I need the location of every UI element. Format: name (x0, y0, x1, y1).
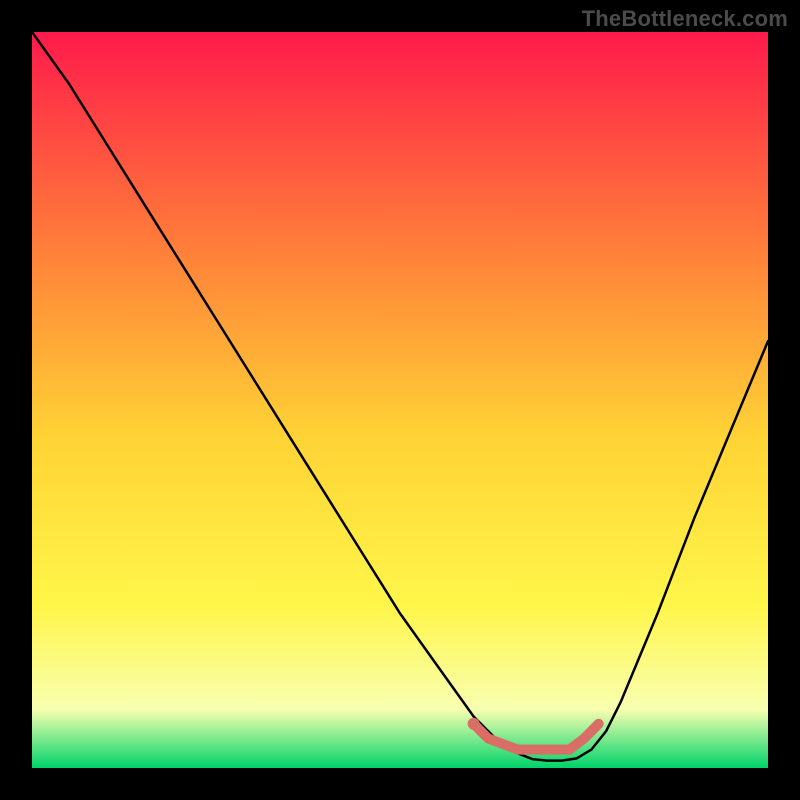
chart-stage: TheBottleneck.com (0, 0, 800, 800)
watermark-label: TheBottleneck.com (582, 6, 788, 32)
optimal-point-dot (468, 718, 480, 730)
bottleneck-chart (32, 32, 768, 768)
gradient-background (32, 32, 768, 768)
